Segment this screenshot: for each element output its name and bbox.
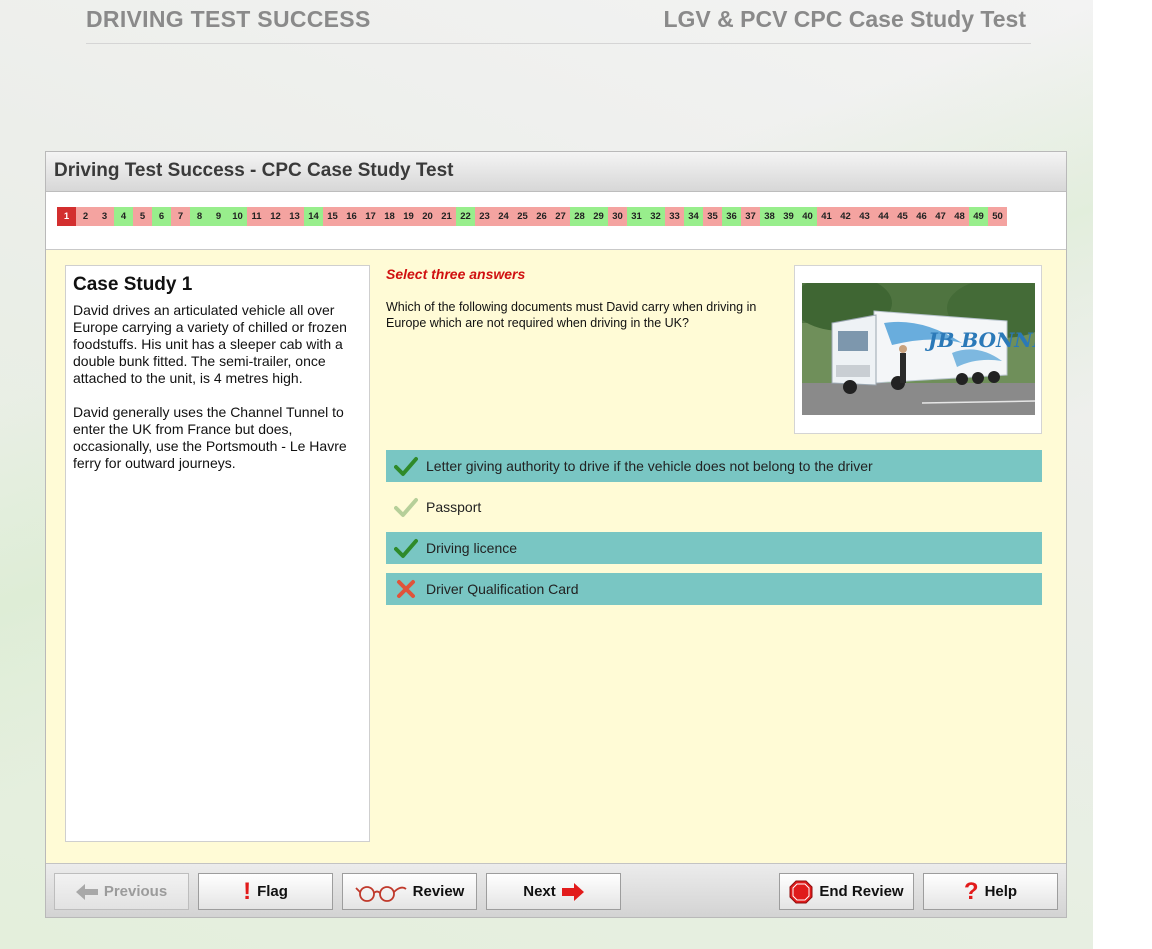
question-number-7[interactable]: 7	[171, 207, 190, 226]
question-number-26[interactable]: 26	[532, 207, 551, 226]
answer-label: Driving licence	[426, 540, 518, 556]
next-button[interactable]: Next	[486, 873, 621, 910]
question-number-47[interactable]: 47	[931, 207, 950, 226]
answer-option[interactable]: Driving licence	[386, 532, 1042, 564]
question-number-49[interactable]: 49	[969, 207, 988, 226]
answer-instruction: Select three answers	[386, 266, 526, 282]
exclamation-icon: !	[243, 877, 252, 905]
glasses-icon	[355, 885, 407, 902]
question-number-44[interactable]: 44	[874, 207, 893, 226]
question-number-39[interactable]: 39	[779, 207, 798, 226]
question-number-31[interactable]: 31	[627, 207, 646, 226]
question-number-12[interactable]: 12	[266, 207, 285, 226]
cross-icon	[386, 578, 426, 600]
question-number-48[interactable]: 48	[950, 207, 969, 226]
question-number-50[interactable]: 50	[988, 207, 1007, 226]
question-number-23[interactable]: 23	[475, 207, 494, 226]
question-number-25[interactable]: 25	[513, 207, 532, 226]
answer-option[interactable]: Passport	[386, 491, 1042, 523]
question-number-2[interactable]: 2	[76, 207, 95, 226]
arrow-left-icon	[75, 883, 98, 900]
brand-logo-text: DRIVING TEST SUCCESS	[86, 6, 371, 32]
page-margin	[1093, 0, 1152, 949]
footer-toolbar: Previous ! Flag Review Next End Review ?…	[46, 863, 1066, 917]
panel-title: Driving Test Success - CPC Case Study Te…	[46, 152, 1066, 192]
end-review-button[interactable]: End Review	[779, 873, 914, 910]
next-label: Next	[523, 883, 556, 900]
question-navigator: 1 2 3 4 5 6 7 8 9 10 11 12 13 14 15 16 17 18 19 20 21 22 23 24 2…	[46, 192, 1066, 250]
previous-button[interactable]: Previous	[54, 873, 189, 910]
question-number-40[interactable]: 40	[798, 207, 817, 226]
check-icon	[386, 537, 426, 559]
question-number-43[interactable]: 43	[855, 207, 874, 226]
check-faded-icon	[386, 496, 426, 518]
question-number-27[interactable]: 27	[551, 207, 570, 226]
question-number-4[interactable]: 4	[114, 207, 133, 226]
question-number-19[interactable]: 19	[399, 207, 418, 226]
truck-photo: JB BONNET	[802, 283, 1035, 415]
question-number-22[interactable]: 22	[456, 207, 475, 226]
question-text: Which of the following documents must Da…	[386, 300, 757, 330]
question-number-45[interactable]: 45	[893, 207, 912, 226]
answer-label: Letter giving authority to drive if the …	[426, 458, 873, 474]
arrow-right-icon	[561, 882, 584, 901]
stop-icon	[789, 880, 813, 903]
review-button[interactable]: Review	[342, 873, 477, 910]
question-number-1[interactable]: 1	[57, 207, 76, 226]
trailer-logo-text: JB BONNET	[924, 328, 1035, 352]
question-number-8[interactable]: 8	[190, 207, 209, 226]
help-button[interactable]: ? Help	[923, 873, 1058, 910]
question-number-33[interactable]: 33	[665, 207, 684, 226]
case-study-paragraph: David generally uses the Channel Tunnel …	[73, 404, 347, 471]
question-number-30[interactable]: 30	[608, 207, 627, 226]
question-number-5[interactable]: 5	[133, 207, 152, 226]
end-review-label: End Review	[819, 883, 904, 900]
question-number-46[interactable]: 46	[912, 207, 931, 226]
question-number-41[interactable]: 41	[817, 207, 836, 226]
question-number-20[interactable]: 20	[418, 207, 437, 226]
question-number-34[interactable]: 34	[684, 207, 703, 226]
question-number-42[interactable]: 42	[836, 207, 855, 226]
question-number-38[interactable]: 38	[760, 207, 779, 226]
question-number-10[interactable]: 10	[228, 207, 247, 226]
question-number-strip: 1 2 3 4 5 6 7 8 9 10 11 12 13 14 15 16 17 18 19 20 21 22 23 24 2…	[57, 207, 1007, 226]
answer-label: Driver Qualification Card	[426, 581, 579, 597]
answer-list: Letter giving authority to drive if the …	[386, 450, 1042, 614]
help-label: Help	[984, 883, 1018, 900]
question-number-17[interactable]: 17	[361, 207, 380, 226]
question-number-37[interactable]: 37	[741, 207, 760, 226]
case-study-title: Case Study 1	[73, 274, 193, 295]
review-label: Review	[412, 883, 465, 900]
question-number-24[interactable]: 24	[494, 207, 513, 226]
question-number-13[interactable]: 13	[285, 207, 304, 226]
question-number-3[interactable]: 3	[95, 207, 114, 226]
question-number-21[interactable]: 21	[437, 207, 456, 226]
answer-option[interactable]: Driver Qualification Card	[386, 573, 1042, 605]
test-panel: Driving Test Success - CPC Case Study Te…	[45, 151, 1067, 918]
question-image-frame: JB BONNET	[794, 265, 1042, 434]
question-number-36[interactable]: 36	[722, 207, 741, 226]
question-number-18[interactable]: 18	[380, 207, 399, 226]
answer-option[interactable]: Letter giving authority to drive if the …	[386, 450, 1042, 482]
question-number-35[interactable]: 35	[703, 207, 722, 226]
question-number-16[interactable]: 16	[342, 207, 361, 226]
question-number-29[interactable]: 29	[589, 207, 608, 226]
question-number-6[interactable]: 6	[152, 207, 171, 226]
question-number-32[interactable]: 32	[646, 207, 665, 226]
question-number-15[interactable]: 15	[323, 207, 342, 226]
header-title: LGV & PCV CPC Case Study Test	[663, 6, 1026, 32]
case-study-box: Case Study 1 David drives an articulated…	[65, 265, 370, 842]
previous-label: Previous	[103, 883, 168, 900]
question-mark-icon: ?	[963, 877, 979, 905]
question-number-28[interactable]: 28	[570, 207, 589, 226]
header-divider	[86, 43, 1031, 44]
case-study-paragraph: David drives an articulated vehicle all …	[73, 302, 347, 386]
question-number-9[interactable]: 9	[209, 207, 228, 226]
question-number-11[interactable]: 11	[247, 207, 266, 226]
flag-button[interactable]: ! Flag	[198, 873, 333, 910]
answer-label: Passport	[426, 499, 482, 515]
flag-label: Flag	[257, 883, 288, 900]
check-icon	[386, 455, 426, 477]
question-number-14[interactable]: 14	[304, 207, 323, 226]
